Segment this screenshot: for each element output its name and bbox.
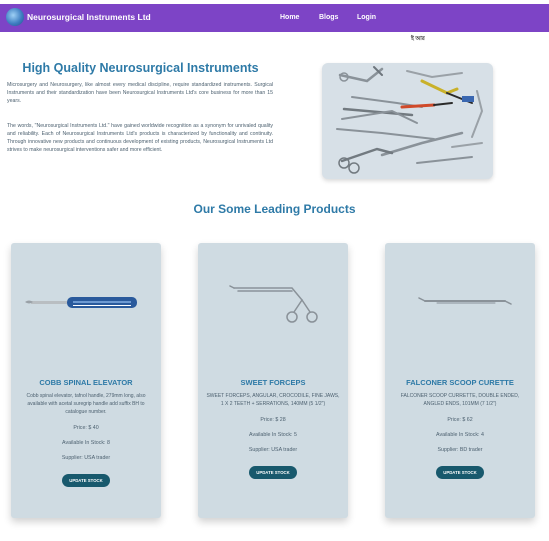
nav-login-link[interactable]: Login — [357, 14, 376, 21]
product-stock: Available In Stock: 5 — [249, 432, 297, 438]
product-supplier: Supplier: USA trader — [61, 455, 111, 461]
product-price: Price: $ 40 — [73, 425, 99, 431]
curette-instrument-icon — [418, 297, 512, 305]
hero-paragraph-2: The words, "Neurosurgical Instruments Lt… — [7, 123, 273, 153]
brand-name[interactable]: Neurosurgical Instruments Ltd — [27, 12, 151, 22]
update-stock-button[interactable]: UPDATE STOCK — [249, 466, 297, 479]
brand-logo-icon[interactable] — [6, 8, 24, 26]
hero-title: High Quality Neurosurgical Instruments — [22, 61, 259, 75]
update-stock-button[interactable]: UPDATE STOCK — [62, 474, 110, 487]
product-stock: Available In Stock: 4 — [436, 432, 484, 438]
product-name: FALCONER SCOOP CURETTE — [406, 378, 514, 387]
forceps-instrument-icon — [229, 285, 318, 323]
section-title: Our Some Leading Products — [193, 202, 356, 216]
product-card: COBB SPINAL ELEVATOR Cobb spinal elevato… — [11, 243, 161, 518]
product-price: Price: $ 28 — [260, 417, 286, 423]
product-name: SWEET FORCEPS — [240, 378, 306, 387]
hero-paragraph-1: Microsurgery and Neurosurgery, like almo… — [7, 82, 273, 104]
user-name-tag: ই আর — [411, 36, 425, 42]
product-card: FALCONER SCOOP CURETTE FALCONER SCOOP CU… — [385, 243, 535, 518]
product-price: Price: $ 62 — [447, 417, 473, 423]
nav-blogs-link[interactable]: Blogs — [319, 14, 338, 21]
hero-instruments-image — [322, 63, 493, 179]
product-stock: Available In Stock: 8 — [62, 440, 110, 446]
nav-home-link[interactable]: Home — [280, 14, 299, 21]
product-description: SWEET FORCEPS, ANGULAR, CROCODILE, FINE … — [206, 393, 340, 407]
product-supplier: Supplier: USA trader — [248, 447, 298, 453]
navbar: Neurosurgical Instruments Ltd Home Blogs… — [0, 4, 549, 32]
product-card: SWEET FORCEPS SWEET FORCEPS, ANGULAR, CR… — [198, 243, 348, 518]
product-description: FALCONER SCOOP CURRETTE, DOUBLE ENDED, A… — [400, 393, 520, 407]
product-name: COBB SPINAL ELEVATOR — [39, 378, 133, 387]
product-supplier: Supplier: BD trader — [437, 447, 483, 453]
elevator-instrument-icon — [25, 297, 137, 308]
update-stock-button[interactable]: UPDATE STOCK — [436, 466, 484, 479]
product-description: Cobb spinal elevator, tafnol handle, 279… — [26, 393, 146, 415]
